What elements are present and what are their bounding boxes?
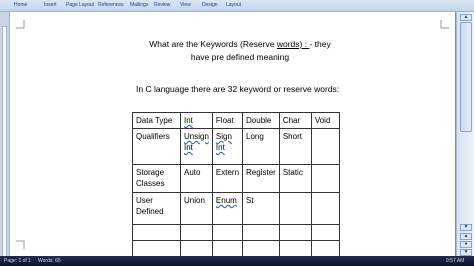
table-cell[interactable] [242,224,280,241]
cell-text: Sign Int [215,132,232,152]
scrollbar-thumb[interactable] [460,22,472,132]
table-cell[interactable] [211,240,244,256]
table-cell[interactable] [180,240,213,256]
heading-text-underlined: words) [276,39,303,49]
scroll-up-button[interactable]: ▲ [460,14,472,21]
tab-insert[interactable]: Insert [44,2,57,8]
table-row: Data Type Int Float Double Char Void [132,112,340,129]
tab-design[interactable]: Design [202,2,218,8]
document-page[interactable]: What are the Keywords (Reserve words) : … [10,12,455,256]
table-row: User Defined Union Enum St [132,192,340,225]
table-cell[interactable] [278,240,312,256]
table-cell[interactable]: Enum [211,192,244,225]
cell-text: Unsign Int [184,132,209,152]
table-row: Storage Classes Auto Extern Register Sta… [132,164,340,193]
tab-layout[interactable]: Layout [226,2,241,8]
circle-icon: ● [464,241,468,247]
table-cell[interactable] [310,240,340,256]
table-cell[interactable]: Int [180,112,213,129]
table-cell[interactable]: Union [180,192,213,225]
double-down-icon: ▼ [463,249,469,255]
left-margin-strip [0,12,10,266]
table-cell[interactable]: Qualifiers [132,128,181,165]
margin-corner-mark [16,20,25,29]
table-cell[interactable] [132,240,181,256]
keywords-table: Data Type Int Float Double Char Void Qua… [132,112,340,256]
table-cell[interactable]: Data Type [132,112,181,129]
table-cell[interactable]: Auto [180,164,213,193]
browse-object-button[interactable]: ● [460,241,472,248]
cell-text: Enum [215,196,237,205]
heading-text-start: What are the Keywords (Reserve [149,39,277,49]
table-cell[interactable]: Storage Classes [132,164,181,193]
next-page-button[interactable]: ▼ [460,249,472,256]
table-cell[interactable]: Void [310,112,340,129]
table-cell[interactable] [132,224,181,241]
tab-home[interactable]: Home [14,2,27,8]
word-count[interactable]: Words: 65 [38,258,61,264]
table-cell[interactable]: Float [211,112,244,129]
vertical-ruler [2,26,7,266]
table-cell[interactable]: Unsign Int [180,128,213,165]
tab-references[interactable]: References [98,2,124,8]
tab-view[interactable]: View [180,2,191,8]
table-cell[interactable]: Static [278,164,312,193]
table-cell[interactable] [310,192,340,225]
ribbon-tab-bar: Home Insert Page Layout References Maili… [0,0,474,12]
table-cell[interactable] [310,164,340,193]
previous-page-button[interactable]: ▲ [460,233,472,240]
table-cell[interactable] [211,224,244,241]
table-cell[interactable]: Register [242,164,280,193]
tab-page-layout[interactable]: Page Layout [66,2,94,8]
table-cell[interactable]: Short [278,128,312,165]
table-cell[interactable] [310,128,340,165]
margin-corner-mark [16,240,25,249]
table-cell[interactable] [180,224,213,241]
table-row [132,224,340,241]
table-cell[interactable] [278,224,312,241]
arrow-up-icon: ▲ [463,14,469,20]
table-cell[interactable]: User Defined [132,192,181,225]
arrow-down-icon: ▼ [463,224,469,230]
table-cell[interactable]: Double [242,112,280,129]
cell-text: Int [184,116,193,125]
tab-mailings[interactable]: Mailings [130,2,148,8]
page-count[interactable]: Page: 1 of 1 [4,258,31,264]
table-cell[interactable] [278,192,312,225]
table-cell[interactable] [242,240,280,256]
table-cell[interactable]: Extern [211,164,244,193]
document-subheading: In C language there are 32 keyword or re… [136,84,340,94]
table-row [132,240,340,256]
document-heading: What are the Keywords (Reserve words) : … [140,38,340,64]
double-up-icon: ▲ [463,233,469,239]
status-bar: Page: 1 of 1 Words: 65 9:57 AM [0,256,474,266]
table-cell[interactable]: Long [242,128,280,165]
clock: 9:57 AM [446,258,465,264]
table-cell[interactable]: Char [278,112,312,129]
table-row: Qualifiers Unsign Int Sign Int Long Shor… [132,128,340,165]
table-cell[interactable]: Sign Int [211,128,244,165]
table-cell[interactable]: St [242,192,280,225]
scroll-down-button[interactable]: ▼ [460,224,472,231]
vertical-scrollbar[interactable]: ▲ ▼ ▲ ● ▼ [456,12,474,256]
tab-review[interactable]: Review [154,2,170,8]
table-cell[interactable] [310,224,340,241]
document-area: What are the Keywords (Reserve words) : … [10,12,455,256]
margin-corner-mark [440,20,449,29]
